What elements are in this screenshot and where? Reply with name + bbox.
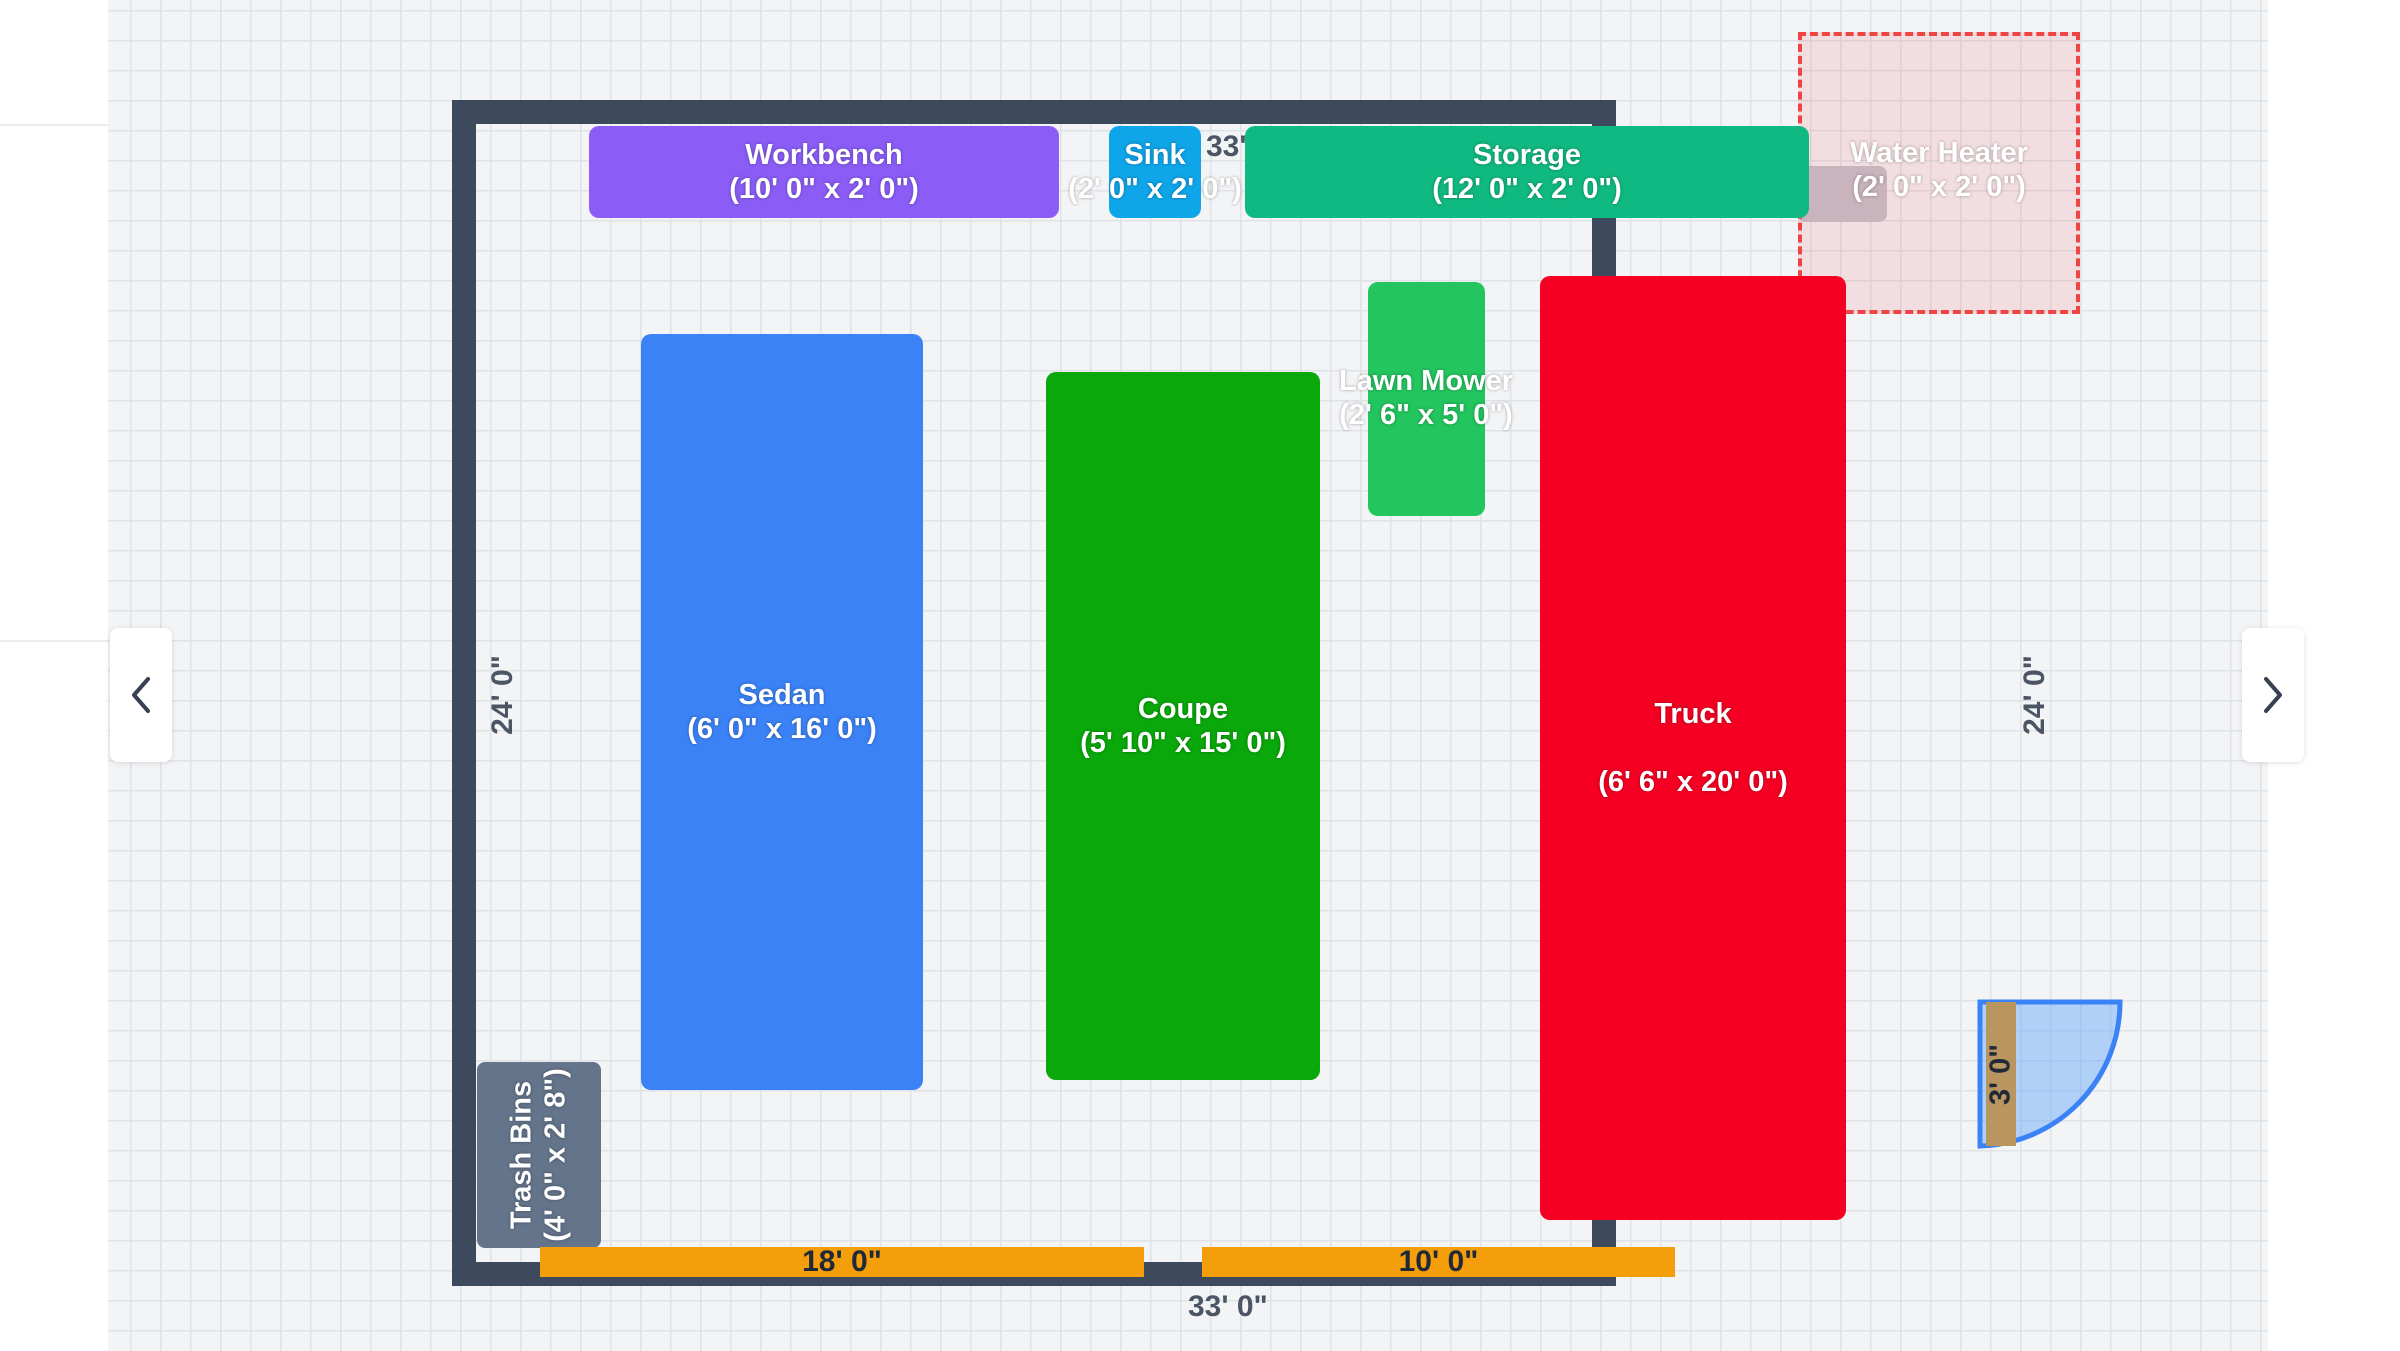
left-depth-dimension: 24' 0" [486, 655, 519, 735]
garage-door-opening-left[interactable]: 18' 0" [540, 1247, 1144, 1277]
panel-divider [0, 640, 108, 642]
truck-name: Truck [1654, 698, 1732, 730]
right-depth-dimension: 24' 0" [2018, 655, 2051, 735]
panel-divider [0, 124, 108, 126]
left-panel [0, 0, 108, 1351]
lawn-mower-size: (2' 6" x 5' 0") [1339, 399, 1513, 431]
storage-size: (12' 0" x 2' 0") [1432, 173, 1622, 205]
trash-bins-name: Trash Bins [506, 1080, 539, 1230]
garage-door-opening-right[interactable]: 10' 0" [1202, 1247, 1675, 1277]
storage[interactable]: Storage (12' 0" x 2' 0") [1245, 126, 1809, 218]
bottom-width-dimension: 33' 0" [1188, 1290, 1268, 1323]
next-button[interactable] [2242, 628, 2304, 762]
wall-left[interactable] [452, 100, 476, 1286]
sink-size: (2' 0" x 2' 0") [1068, 173, 1242, 205]
chevron-left-icon [132, 677, 150, 713]
chevron-right-icon [2264, 677, 2282, 713]
truck-size: (6' 6" x 20' 0") [1598, 766, 1788, 798]
coupe-size: (5' 10" x 15' 0") [1080, 727, 1286, 759]
lawn-mower-name: Lawn Mower [1338, 365, 1513, 397]
garage-door-right-label: 10' 0" [1398, 1245, 1479, 1278]
door-width-label: 3' 0" [1984, 1044, 2017, 1105]
sink-label: Sink (2' 0" x 2' 0") [1045, 126, 1265, 218]
coupe-name: Coupe [1137, 693, 1229, 725]
garage-door-left-label: 18' 0" [802, 1245, 882, 1278]
lawn-mower-label: Lawn Mower (2' 6" x 5' 0") [1326, 362, 1526, 434]
coupe[interactable]: Coupe (5' 10" x 15' 0") [1046, 372, 1320, 1080]
wall-top[interactable] [452, 100, 1616, 124]
workbench[interactable]: Workbench (10' 0" x 2' 0") [589, 126, 1059, 218]
workbench-name: Workbench [745, 139, 903, 171]
trash-bins-size: (4' 0" x 2' 8") [540, 1068, 573, 1242]
previous-button[interactable] [110, 628, 172, 762]
sedan[interactable]: Sedan (6' 0" x 16' 0") [641, 334, 923, 1090]
workbench-size: (10' 0" x 2' 0") [729, 173, 919, 205]
water-heater-label: Water Heater (2' 0" x 2' 0") [1798, 135, 2080, 205]
floorplan-canvas[interactable]: Water Heater (2' 0" x 2' 0") 33' 0" Work… [108, 0, 2268, 1351]
sink-name: Sink [1124, 139, 1186, 171]
storage-name: Storage [1473, 139, 1581, 171]
trash-bins[interactable]: Trash Bins (4' 0" x 2' 8") [477, 1062, 601, 1248]
water-heater-size: (2' 0" x 2' 0") [1852, 171, 2026, 203]
trash-bins-label: Trash Bins (4' 0" x 2' 8") [505, 1068, 573, 1241]
water-heater-name: Water Heater [1850, 137, 2028, 169]
sedan-name: Sedan [738, 679, 826, 711]
truck[interactable]: Truck (6' 6" x 20' 0") [1540, 276, 1846, 1220]
sedan-size: (6' 0" x 16' 0") [687, 713, 877, 745]
